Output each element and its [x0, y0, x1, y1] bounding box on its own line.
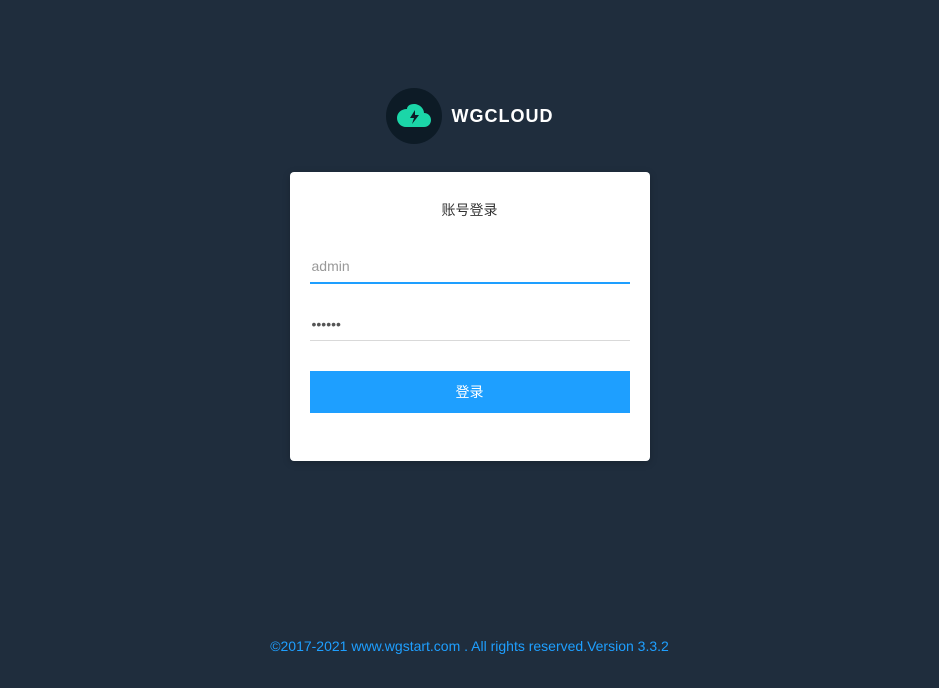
logo-container: WGCLOUD	[0, 88, 939, 144]
login-card: 账号登录 登录	[290, 172, 650, 461]
cloud-lightning-icon	[395, 103, 433, 129]
login-title: 账号登录	[310, 200, 630, 220]
username-input[interactable]	[310, 250, 630, 284]
password-input[interactable]	[310, 308, 630, 341]
brand-name: WGCLOUD	[452, 106, 554, 127]
logo-circle	[386, 88, 442, 144]
footer-copyright: ©2017-2021 www.wgstart.com . All rights …	[0, 638, 939, 654]
login-button[interactable]: 登录	[310, 371, 630, 413]
